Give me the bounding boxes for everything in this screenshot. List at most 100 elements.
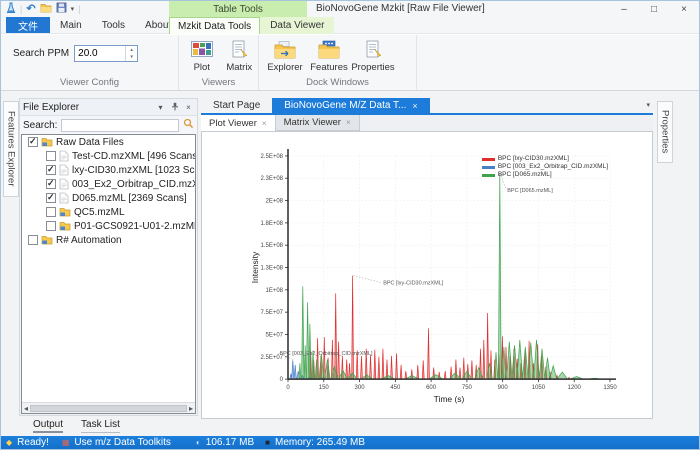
tree-item-label: Raw Data Files <box>56 137 124 148</box>
tab-output[interactable]: Output <box>33 419 63 433</box>
tree-item-label: R# Automation <box>56 235 122 246</box>
tree-item[interactable]: QC5.mzML <box>22 205 195 219</box>
svg-text:1.5E+08: 1.5E+08 <box>261 243 284 249</box>
tree-checkbox[interactable] <box>28 235 38 245</box>
tab-matrix-viewer[interactable]: Matrix Viewer × <box>276 115 360 131</box>
tab-close-icon[interactable]: × <box>346 118 351 127</box>
spin-up-icon[interactable]: ▴ <box>126 46 137 54</box>
tree-checkbox[interactable] <box>46 193 56 203</box>
horizontal-scrollbar[interactable]: ◂ ▸ <box>22 402 195 413</box>
contextual-tabs: Mzkit Data Tools Data Viewer <box>169 17 334 34</box>
file-icon <box>59 192 69 204</box>
tree-item[interactable]: Raw Data Files <box>22 135 195 149</box>
legend-swatch <box>482 158 495 161</box>
features-button[interactable]: Features <box>307 40 351 73</box>
tab-tools[interactable]: Tools <box>92 17 135 33</box>
tree-item[interactable]: lxy-CID30.mzXML [1023 Scans] <box>22 163 195 177</box>
plot-button-label: Plot <box>194 62 210 73</box>
panel-dropdown-icon[interactable]: ▾ <box>155 103 166 112</box>
title-bar: | ↶ ▾ | Table Tools BioNovoGene Mzkit [R… <box>1 1 699 17</box>
tree-checkbox[interactable] <box>46 221 56 231</box>
search-input[interactable] <box>61 119 179 132</box>
group-viewers: Plot Matrix Viewers <box>179 35 259 90</box>
close-button[interactable]: × <box>669 1 699 17</box>
status-toolkit[interactable]: Use m/z Data Toolkits <box>74 437 171 448</box>
dock-tab-properties[interactable]: Properties <box>657 101 673 163</box>
explorer-folder-icon <box>274 40 296 60</box>
plot-button[interactable]: Plot <box>183 40 221 73</box>
spin-down-icon[interactable]: ▾ <box>126 54 137 62</box>
status-ready: Ready! <box>17 437 49 448</box>
tree-item[interactable]: R# Automation <box>22 233 195 247</box>
doc-tab-start-page[interactable]: Start Page <box>201 98 272 113</box>
qat-dropdown-icon[interactable]: ▾ <box>71 5 75 13</box>
tree-item[interactable]: Test-CD.mzXML [496 Scans] <box>22 149 195 163</box>
tab-overflow-icon[interactable]: ▾ <box>646 101 650 109</box>
tab-task-list[interactable]: Task List <box>81 419 120 433</box>
tab-data-viewer[interactable]: Data Viewer <box>260 17 334 34</box>
folder-icon <box>41 137 53 147</box>
svg-text:1E+08: 1E+08 <box>266 288 284 294</box>
sub-tab-label: Plot Viewer <box>209 118 257 129</box>
tab-plot-viewer[interactable]: Plot Viewer × <box>201 115 276 131</box>
panel-close-icon[interactable]: × <box>183 103 194 112</box>
svg-text:0: 0 <box>280 377 284 383</box>
tree-checkbox[interactable] <box>28 137 38 147</box>
doc-tab-mz-data[interactable]: BioNovoGene M/Z Data T... × <box>272 98 429 113</box>
memory-icon: ■ <box>265 439 270 447</box>
scroll-right-icon[interactable]: ▸ <box>189 404 193 413</box>
tab-main[interactable]: Main <box>50 17 92 33</box>
doc-tab-label: BioNovoGene M/Z Data T... <box>284 100 406 111</box>
separator: | <box>20 4 22 14</box>
matrix-button[interactable]: Matrix <box>221 40 259 73</box>
svg-text:5E+07: 5E+07 <box>266 332 284 338</box>
tab-mzkit-data-tools[interactable]: Mzkit Data Tools <box>169 17 260 34</box>
status-memory: Memory: 265.49 MB <box>275 437 365 448</box>
tree-item-label: P01-GCS0921-U01-2.mzML <box>74 221 195 232</box>
minimize-button[interactable]: – <box>609 1 639 17</box>
tree-item[interactable]: 003_Ex2_Orbitrap_CID.mzXML [125 Sc <box>22 177 195 191</box>
quick-access-toolbar: | ↶ ▾ | <box>6 2 80 16</box>
tree-item[interactable]: D065.mzML [2369 Scans] <box>22 191 195 205</box>
tree-item-label: QC5.mzML <box>74 207 125 218</box>
document-area: Start Page BioNovoGene M/Z Data T... × ▾… <box>201 98 653 419</box>
pin-icon[interactable] <box>169 102 180 113</box>
search-ppm-input[interactable] <box>75 46 125 61</box>
tab-file[interactable]: 文件 <box>6 17 50 33</box>
viewer-tab-strip: Plot Viewer × Matrix Viewer × <box>201 115 653 131</box>
tab-close-icon[interactable]: × <box>262 119 267 128</box>
properties-button[interactable]: Properties <box>351 40 395 73</box>
properties-button-label: Properties <box>351 62 394 73</box>
file-tree[interactable]: Raw Data FilesTest-CD.mzXML [496 Scans]l… <box>21 134 196 414</box>
explorer-button[interactable]: Explorer <box>263 40 307 73</box>
search-icon[interactable] <box>183 118 194 132</box>
tree-checkbox[interactable] <box>46 165 56 175</box>
group-label-viewers: Viewers <box>179 77 258 88</box>
document-tab-strip: Start Page BioNovoGene M/Z Data T... × ▾ <box>201 98 653 115</box>
legend-swatch <box>482 174 495 177</box>
svg-text:1350: 1350 <box>603 385 617 391</box>
save-icon[interactable] <box>56 2 67 16</box>
maximize-button[interactable]: □ <box>639 1 669 17</box>
tree-item[interactable]: P01-GCS0921-U01-2.mzML <box>22 219 195 233</box>
separator: | <box>78 4 80 14</box>
search-ppm-label: Search PPM <box>13 48 69 59</box>
status-bar: ◆ Ready! ▦ Use m/z Data Toolkits ◐ 106.1… <box>1 436 699 449</box>
flask-icon[interactable] <box>6 2 16 17</box>
tree-checkbox[interactable] <box>46 179 56 189</box>
open-folder-icon[interactable] <box>40 3 52 16</box>
scroll-left-icon[interactable]: ◂ <box>24 404 28 413</box>
dock-tab-features-explorer[interactable]: Features Explorer <box>3 101 19 197</box>
bottom-panel-tabs: Output Task List <box>33 419 120 433</box>
tree-checkbox[interactable] <box>46 151 56 161</box>
doc-tab-label: Start Page <box>213 100 260 111</box>
scrollbar-thumb[interactable] <box>30 405 187 412</box>
tree-checkbox[interactable] <box>46 207 56 217</box>
chromatogram-plot[interactable]: 02.5E+075E+077.5E+071E+081.3E+081.5E+081… <box>201 131 653 419</box>
svg-text:900: 900 <box>498 385 509 391</box>
svg-text:Intensity: Intensity <box>250 251 260 283</box>
window-title: BioNovoGene Mzkit [Raw File Viewer] <box>316 3 485 14</box>
undo-icon[interactable]: ↶ <box>26 4 35 14</box>
svg-text:1050: 1050 <box>532 385 546 391</box>
tab-close-icon[interactable]: × <box>412 101 417 111</box>
